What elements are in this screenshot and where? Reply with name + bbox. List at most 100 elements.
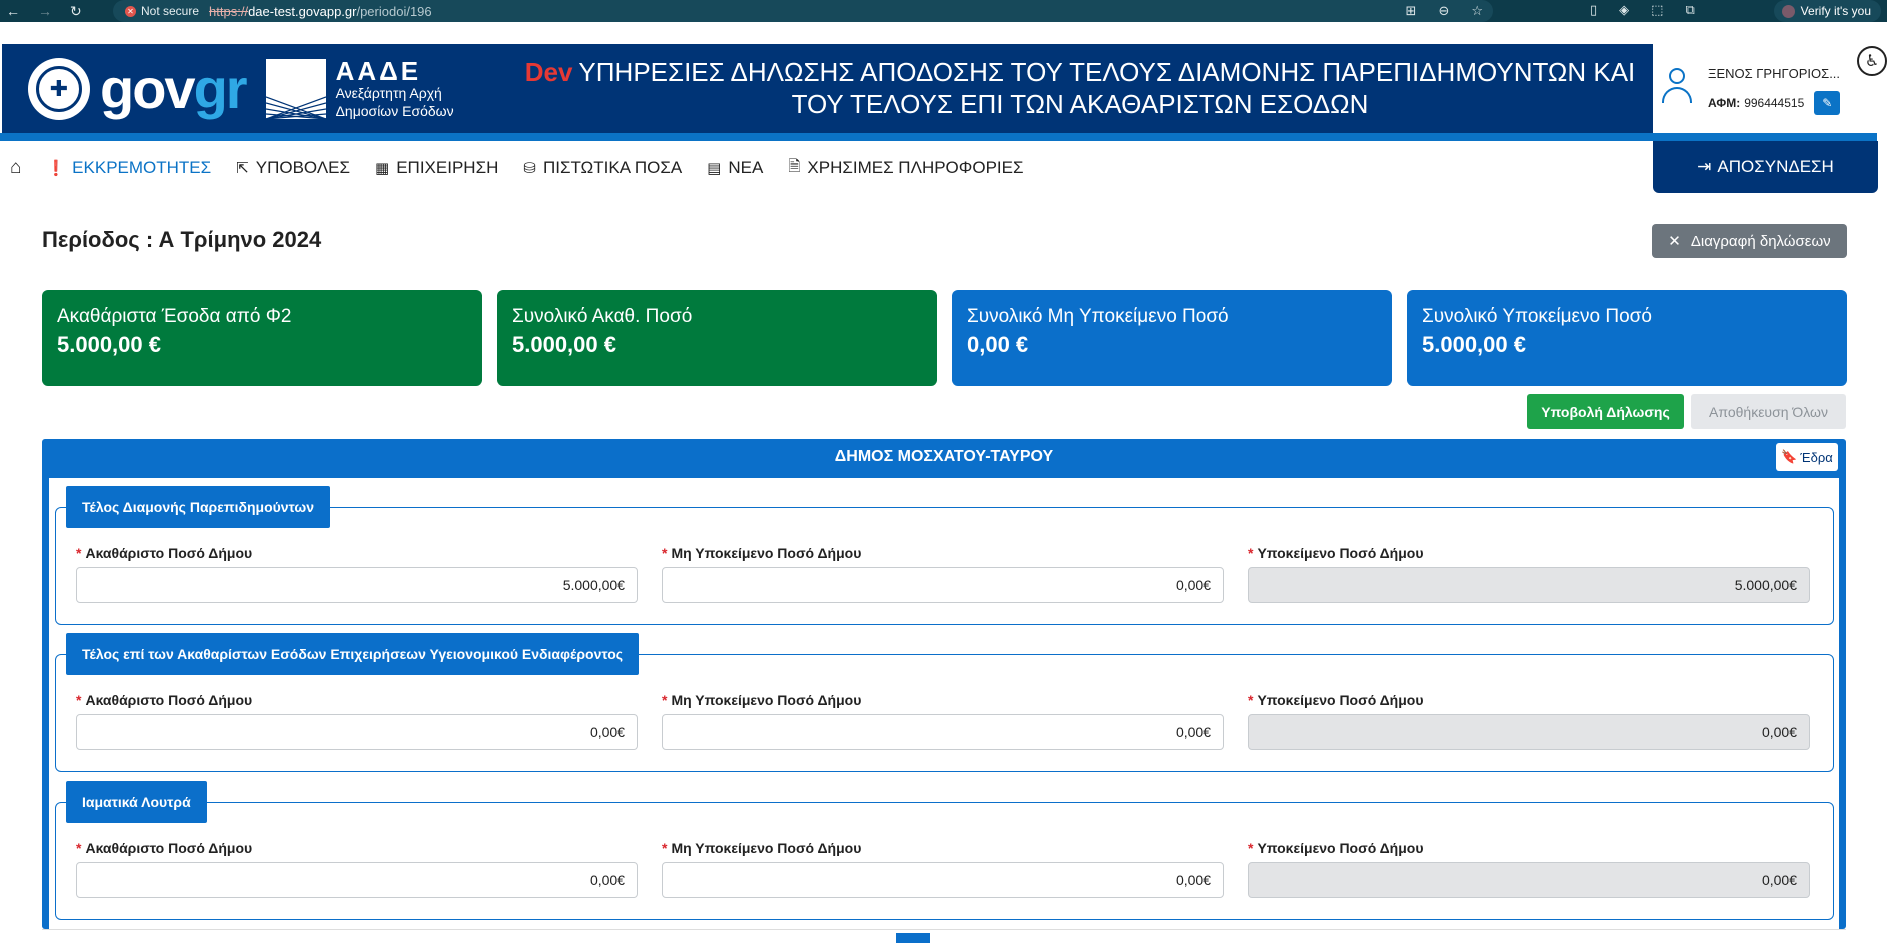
- main-nav: ⌂ ❗ ΕΚΚΡΕΜΟΤΗΤΕΣ ⇱ ΥΠΟΒΟΛΕΣ ▦ ΕΠΙΧΕΙΡΗΣΗ ⛁ Π…: [10, 155, 1023, 181]
- submit-declaration-button[interactable]: Υποβολή Δήλωσης: [1527, 394, 1684, 429]
- card-value: 0,00 €: [967, 332, 1029, 357]
- translate-icon[interactable]: ⊞: [1406, 3, 1417, 19]
- greek-crest-logo: ✚: [28, 58, 90, 120]
- security-label[interactable]: Not secure: [141, 4, 199, 18]
- summary-card: Συνολικό Υποκείμενο Ποσό 5.000,00 €: [1407, 290, 1847, 386]
- govgr-logo-gov: gov: [100, 57, 196, 120]
- required-marker: *: [76, 545, 82, 561]
- nav-credits[interactable]: ⛁ ΠΙΣΤΩΤΙΚΑ ΠΟΣΑ: [523, 158, 682, 178]
- user-name: ΞΕΝΟΣ ΓΡΗΓΟΡΙΟΣ...: [1708, 66, 1841, 81]
- nav-label: ΕΚΚΡΕΜΟΤΗΤΕΣ: [72, 158, 212, 177]
- summary-card: Συνολικό Μη Υποκείμενο Ποσό 0,00 €: [952, 290, 1392, 386]
- nav-label: ΥΠΟΒΟΛΕΣ: [255, 158, 351, 177]
- shield-extension-icon[interactable]: ◈: [1619, 2, 1629, 18]
- browser-nav-buttons: ← → ↻: [0, 3, 104, 20]
- nav-info[interactable]: 🗎 ΧΡΗΣΙΜΕΣ ΠΛΗΡΟΦΟΡΙΕΣ: [788, 156, 1023, 181]
- forward-icon[interactable]: →: [38, 3, 52, 20]
- cross-icon: ✚: [36, 66, 82, 112]
- aade-subtitle-1: Ανεξάρτητη Αρχή: [335, 85, 442, 101]
- aade-title: ΑΑΔΕ: [335, 56, 422, 86]
- section-title: Τέλος επί των Ακαθαρίστων Εσόδων Επιχειρ…: [66, 633, 640, 675]
- card-label: Συνολικό Ακαθ. Ποσό: [512, 306, 693, 327]
- nav-label: ΕΠΙΧΕΙΡΗΣΗ: [396, 158, 499, 177]
- save-all-button[interactable]: Αποθήκευση Όλων: [1691, 394, 1846, 429]
- card-label: Συνολικό Μη Υποκείμενο Ποσό: [967, 306, 1229, 327]
- share-icon: ⇱: [236, 160, 249, 177]
- nav-label: ΝΕΑ: [728, 158, 764, 177]
- service-title: ΥΠΗΡΕΣΙΕΣ ΔΗΛΩΣΗΣ ΑΠΟΔΟΣΗΣ ΤΟΥ ΤΕΛΟΥΣ ΔΙ…: [578, 57, 1636, 119]
- gross-amount-input[interactable]: 0,00€: [76, 862, 638, 898]
- delete-declarations-button[interactable]: ✕ Διαγραφή δηλώσεων: [1652, 224, 1847, 258]
- govgr-logo-gr: gr: [193, 57, 248, 120]
- card-value: 5.000,00 €: [1422, 332, 1526, 357]
- delete-label: Διαγραφή δηλώσεων: [1690, 232, 1831, 250]
- edra-button[interactable]: 🔖 Έδρα: [1776, 443, 1838, 471]
- required-marker: *: [76, 692, 82, 708]
- next-panel-edge: [42, 929, 1846, 943]
- summary-card: Ακαθάριστα Έσοδα από Φ2 5.000,00 €: [42, 290, 482, 386]
- env-badge: Dev: [524, 57, 573, 87]
- gross-amount-input[interactable]: 0,00€: [76, 714, 638, 750]
- nav-label: ΧΡΗΣΙΜΕΣ ΠΛΗΡΟΦΟΡΙΕΣ: [807, 158, 1024, 177]
- gross-amount-field: * Ακαθάριστο Ποσό Δήμου 5.000,00€: [76, 545, 638, 603]
- zoom-icon[interactable]: ⊖: [1438, 3, 1449, 19]
- field-label: Υποκείμενο Ποσό Δήμου: [1257, 545, 1424, 561]
- nav-home[interactable]: ⌂: [10, 157, 21, 179]
- extensions-puzzle-icon[interactable]: ⧉: [1685, 2, 1694, 18]
- verify-label: Verify it's you: [1800, 4, 1871, 18]
- field-label: Ακαθάριστο Ποσό Δήμου: [85, 545, 253, 561]
- address-bar[interactable]: ✕ Not secure https:// dae-test.govapp.gr…: [113, 0, 1493, 22]
- municipality-panel: ΔΗΜΟΣ ΜΟΣΧΑΤΟΥ-ΤΑΥΡΟΥ 🔖 Έδρα Τέλος Διαμο…: [42, 439, 1846, 929]
- back-icon[interactable]: ←: [6, 3, 20, 20]
- govgr-logo[interactable]: govgr: [100, 61, 248, 117]
- nonsubject-amount-field: * Μη Υποκείμενο Ποσό Δήμου 0,00€: [662, 692, 1224, 750]
- required-marker: *: [662, 840, 668, 856]
- nav-business[interactable]: ▦ ΕΠΙΧΕΙΡΗΣΗ: [375, 158, 498, 178]
- summary-card: Συνολικό Ακαθ. Ποσό 5.000,00 €: [497, 290, 937, 386]
- field-label: Μη Υποκείμενο Ποσό Δήμου: [671, 692, 862, 708]
- required-marker: *: [1248, 840, 1254, 856]
- field-label: Υποκείμενο Ποσό Δήμου: [1257, 692, 1424, 708]
- bookmark-star-icon[interactable]: ☆: [1471, 3, 1483, 19]
- profile-verify-button[interactable]: Verify it's you: [1773, 0, 1881, 22]
- subject-amount-field: * Υποκείμενο Ποσό Δήμου 0,00€: [1248, 692, 1810, 750]
- required-marker: *: [76, 840, 82, 856]
- subject-amount-readonly: 5.000,00€: [1248, 567, 1810, 603]
- required-marker: *: [1248, 692, 1254, 708]
- logout-button[interactable]: ⇥ ΑΠΟΣΥΝΔΕΣΗ: [1653, 141, 1878, 193]
- browser-toolbar: ← → ↻ ✕ Not secure https:// dae-test.gov…: [0, 0, 1887, 22]
- nav-submissions[interactable]: ⇱ ΥΠΟΒΟΛΕΣ: [236, 158, 350, 178]
- nav-pending[interactable]: ❗ ΕΚΚΡΕΜΟΤΗΤΕΣ: [46, 158, 211, 178]
- fee-section-health-business: Τέλος επί των Ακαθαρίστων Εσόδων Επιχειρ…: [55, 633, 1834, 772]
- screenshot-icon[interactable]: ⬚: [1651, 2, 1663, 18]
- logout-icon: ⇥: [1697, 157, 1712, 176]
- required-marker: *: [662, 692, 668, 708]
- nav-news[interactable]: ▤ ΝΕΑ: [707, 158, 763, 178]
- reload-icon[interactable]: ↻: [70, 3, 82, 20]
- header-stripe: [0, 133, 1877, 141]
- url-protocol: https://: [209, 3, 249, 19]
- gross-amount-input[interactable]: 5.000,00€: [76, 567, 638, 603]
- field-label: Μη Υποκείμενο Ποσό Δήμου: [671, 545, 862, 561]
- accessibility-icon[interactable]: ♿: [1857, 46, 1887, 76]
- subject-amount-readonly: 0,00€: [1248, 714, 1810, 750]
- aade-emblem-icon: [265, 59, 326, 119]
- nonsubject-amount-input[interactable]: 0,00€: [662, 714, 1224, 750]
- card-value: 5.000,00 €: [57, 332, 161, 357]
- nonsubject-amount-input[interactable]: 0,00€: [662, 862, 1224, 898]
- summary-cards: Ακαθάριστα Έσοδα από Φ2 5.000,00 € Συνολ…: [42, 290, 1847, 386]
- pencil-icon: ✎: [1822, 96, 1833, 110]
- gross-amount-field: * Ακαθάριστο Ποσό Δήμου 0,00€: [76, 692, 638, 750]
- page-title: Dev ΥΠΗΡΕΣΙΕΣ ΔΗΛΩΣΗΣ ΑΠΟΔΟΣΗΣ ΤΟΥ ΤΕΛΟΥΣ…: [510, 56, 1650, 120]
- newspaper-icon: ▤: [707, 160, 722, 177]
- afm-label: ΑΦΜ:: [1708, 96, 1741, 110]
- fee-section-residence: Τέλος Διαμονής Παρεπιδημούντων * Ακαθάρισ…: [55, 486, 1834, 625]
- panel-body: Τέλος Διαμονής Παρεπιδημούντων * Ακαθάρισ…: [49, 478, 1839, 929]
- edit-profile-button[interactable]: ✎: [1814, 91, 1841, 115]
- scroll-indicator[interactable]: [896, 933, 930, 943]
- device-icon[interactable]: ▯: [1590, 2, 1597, 18]
- nonsubject-amount-input[interactable]: 0,00€: [662, 567, 1224, 603]
- card-value: 5.000,00 €: [512, 332, 616, 357]
- user-afm: ΑΦΜ: 996444515 ✎: [1708, 91, 1841, 115]
- close-icon: ✕: [1668, 233, 1681, 250]
